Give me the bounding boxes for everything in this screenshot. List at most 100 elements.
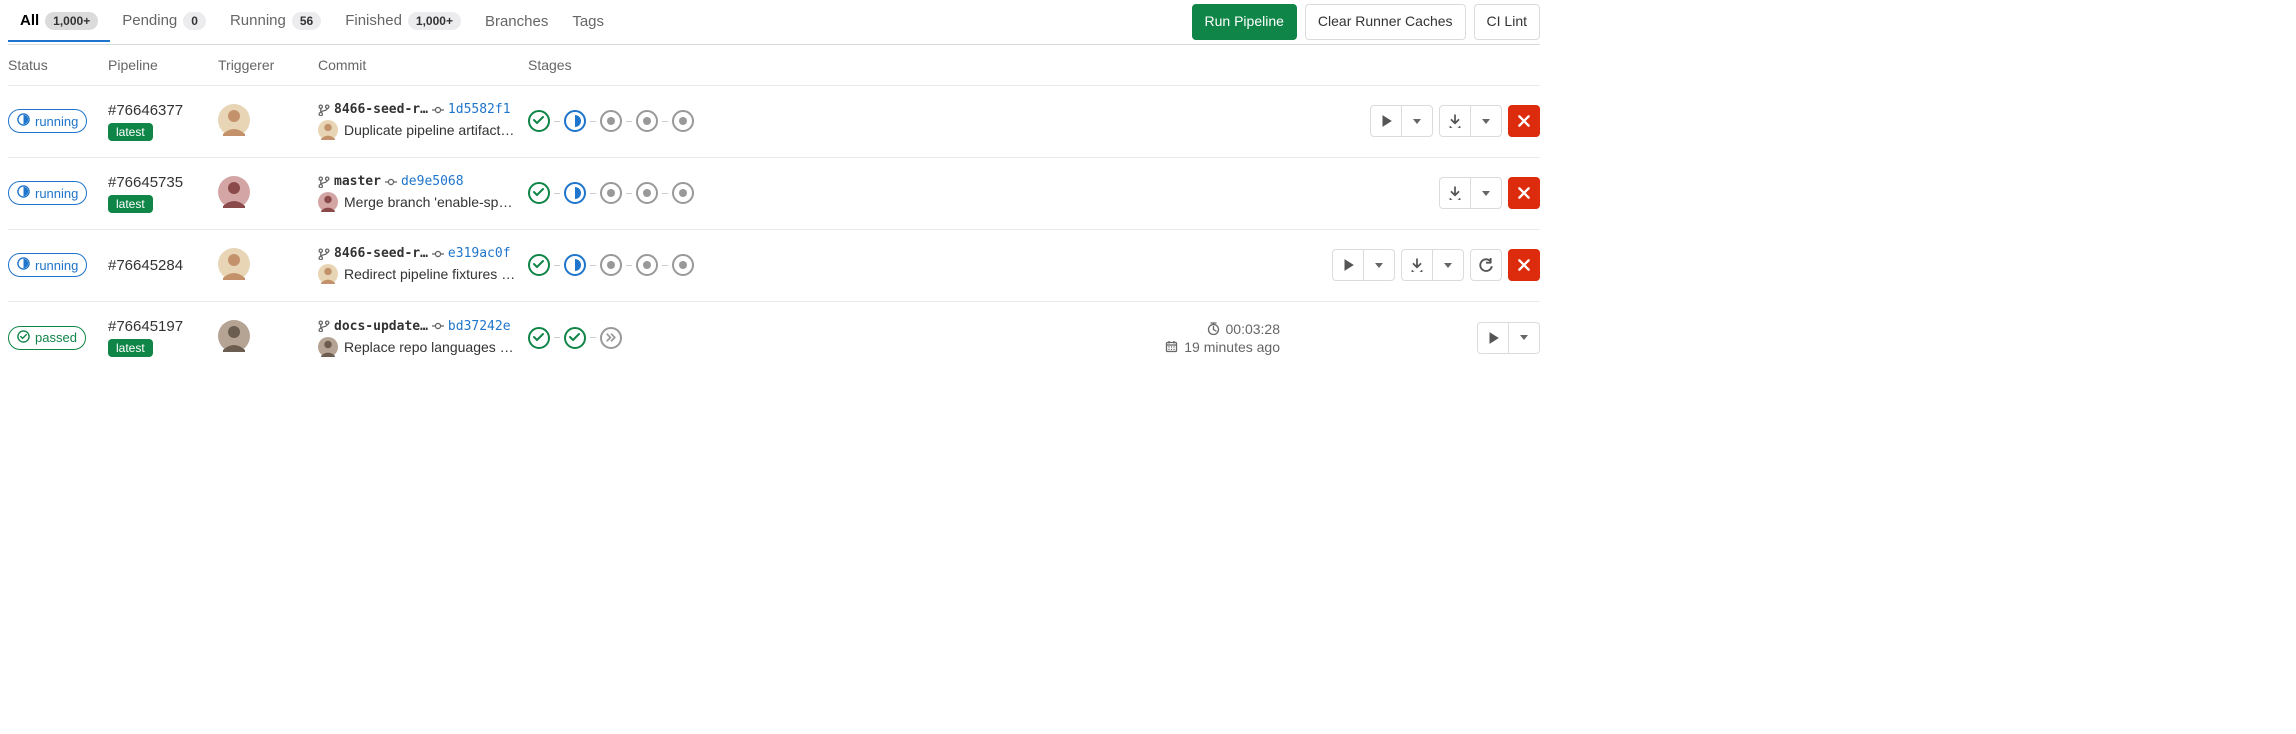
time-cell: 00:03:28 19 minutes ago [1165, 321, 1320, 355]
header-stages: Stages [528, 57, 828, 73]
stage-passed-icon[interactable] [528, 182, 550, 204]
status-icon [17, 113, 30, 129]
stage-running-icon[interactable] [564, 182, 586, 204]
stage-created-icon[interactable] [672, 254, 694, 276]
tab-finished[interactable]: Finished 1,000+ [333, 2, 473, 42]
commit-sha-link[interactable]: bd37242e [448, 319, 511, 334]
commit-message-link[interactable]: Redirect pipeline fixtures to be… [344, 266, 518, 282]
stage-created-icon[interactable] [600, 110, 622, 132]
latest-badge: latest [108, 339, 153, 357]
caret-down-icon [1413, 119, 1421, 124]
download-artifacts-button[interactable] [1401, 249, 1433, 281]
stage-passed-icon[interactable] [528, 110, 550, 132]
tab-label: Running [230, 12, 286, 29]
stages-widget [528, 327, 828, 349]
tab-all[interactable]: All 1,000+ [8, 2, 110, 42]
stage-separator [662, 193, 668, 194]
stage-passed-icon[interactable] [564, 327, 586, 349]
stage-passed-icon[interactable] [528, 254, 550, 276]
manual-play-button[interactable] [1332, 249, 1364, 281]
pipeline-id-link[interactable]: #76646377 [108, 102, 183, 119]
commit-author-avatar[interactable] [318, 264, 338, 284]
status-badge-running[interactable]: running [8, 181, 87, 205]
download-artifacts-button[interactable] [1439, 177, 1471, 209]
commit-author-avatar[interactable] [318, 120, 338, 140]
status-badge-running[interactable]: running [8, 253, 87, 277]
triggerer-avatar[interactable] [218, 248, 250, 280]
download-artifacts-dropdown[interactable] [1470, 105, 1502, 137]
tab-label: Pending [122, 12, 177, 29]
commit-message-link[interactable]: Replace repo languages scree… [344, 339, 518, 355]
triggerer-avatar[interactable] [218, 320, 250, 352]
triggerer-avatar[interactable] [218, 176, 250, 208]
status-icon [17, 185, 30, 201]
cancel-button[interactable] [1508, 105, 1540, 137]
commit-sha-link[interactable]: 1d5582f1 [448, 102, 511, 117]
stage-passed-icon[interactable] [528, 327, 550, 349]
run-pipeline-button[interactable]: Run Pipeline [1192, 4, 1297, 40]
manual-play-dropdown[interactable] [1401, 105, 1433, 137]
pipeline-row: passed #76645197 latest docs-update… bd3… [8, 302, 1540, 374]
download-artifacts-button[interactable] [1439, 105, 1471, 137]
header-status: Status [8, 57, 108, 73]
stage-separator [626, 193, 632, 194]
download-artifacts-dropdown[interactable] [1470, 177, 1502, 209]
commit-message-link[interactable]: Duplicate pipeline artifacts use… [344, 122, 518, 138]
stage-created-icon[interactable] [672, 182, 694, 204]
stage-running-icon[interactable] [564, 254, 586, 276]
commit-icon [385, 176, 397, 188]
pipeline-id-link[interactable]: #76645284 [108, 257, 183, 274]
manual-play-dropdown[interactable] [1508, 322, 1540, 354]
manual-play-button[interactable] [1370, 105, 1402, 137]
row-actions [1320, 249, 1540, 281]
branch-icon [318, 320, 330, 332]
stage-created-icon[interactable] [672, 110, 694, 132]
stage-created-icon[interactable] [600, 254, 622, 276]
pipeline-id-link[interactable]: #76645197 [108, 318, 183, 335]
stages-widget [528, 110, 828, 132]
branch-link[interactable]: master [334, 174, 381, 189]
caret-down-icon [1375, 263, 1383, 268]
commit-sha-link[interactable]: e319ac0f [448, 246, 511, 261]
download-artifacts-dropdown[interactable] [1432, 249, 1464, 281]
status-badge-passed[interactable]: passed [8, 326, 86, 350]
commit-message-link[interactable]: Merge branch 'enable-specific… [344, 194, 518, 210]
caret-down-icon [1482, 191, 1490, 196]
cancel-button[interactable] [1508, 177, 1540, 209]
commit-author-avatar[interactable] [318, 192, 338, 212]
triggerer-avatar[interactable] [218, 104, 250, 136]
filter-tabs: All 1,000+ Pending 0 Running 56 Finished… [8, 2, 1192, 42]
commit-sha-link[interactable]: de9e5068 [401, 174, 464, 189]
caret-down-icon [1482, 119, 1490, 124]
branch-link[interactable]: 8466-seed-r… [334, 102, 428, 117]
caret-down-icon [1520, 335, 1528, 340]
stages-widget [528, 254, 828, 276]
tab-label: Finished [345, 12, 402, 29]
stage-running-icon[interactable] [564, 110, 586, 132]
status-label: running [35, 186, 78, 201]
table-header: Status Pipeline Triggerer Commit Stages [8, 45, 1540, 86]
stage-skipped-icon[interactable] [600, 327, 622, 349]
branch-link[interactable]: docs-update… [334, 319, 428, 334]
manual-play-button[interactable] [1477, 322, 1509, 354]
stage-created-icon[interactable] [600, 182, 622, 204]
status-badge-running[interactable]: running [8, 109, 87, 133]
branch-link[interactable]: 8466-seed-r… [334, 246, 428, 261]
stage-created-icon[interactable] [636, 182, 658, 204]
stage-created-icon[interactable] [636, 110, 658, 132]
status-label: running [35, 114, 78, 129]
tab-pending[interactable]: Pending 0 [110, 2, 218, 42]
clear-runner-caches-button[interactable]: Clear Runner Caches [1305, 4, 1466, 40]
commit-author-avatar[interactable] [318, 337, 338, 357]
header-pipeline: Pipeline [108, 57, 218, 73]
tab-running[interactable]: Running 56 [218, 2, 333, 42]
tab-branches[interactable]: Branches [473, 2, 560, 42]
stage-created-icon[interactable] [636, 254, 658, 276]
pipeline-id-link[interactable]: #76645735 [108, 174, 183, 191]
tab-tags[interactable]: Tags [560, 2, 616, 42]
pipeline-table: running #76646377 latest 8466-seed-r… 1d… [8, 86, 1540, 374]
retry-button[interactable] [1470, 249, 1502, 281]
manual-play-dropdown[interactable] [1363, 249, 1395, 281]
cancel-button[interactable] [1508, 249, 1540, 281]
ci-lint-button[interactable]: CI Lint [1474, 4, 1540, 40]
